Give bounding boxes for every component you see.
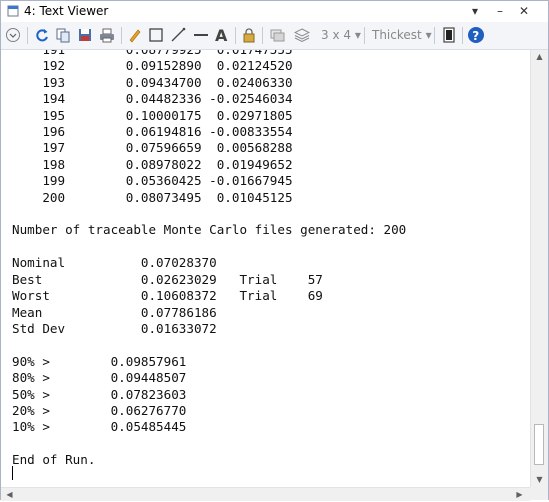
- vertical-scrollbar[interactable]: ▲ ▼: [530, 50, 548, 487]
- line-thickness-select[interactable]: Thickest ▾: [372, 28, 432, 42]
- toolbar-separator: [462, 27, 463, 44]
- vertical-scroll-thumb[interactable]: [534, 424, 544, 465]
- rectangle-icon[interactable]: [146, 25, 166, 45]
- toolbar: A 3 x 4 ▾ Thickest ▾ ?: [1, 22, 548, 50]
- chevron-down-icon: ▾: [354, 28, 361, 42]
- layers-icon[interactable]: [292, 25, 312, 45]
- grid-size-select[interactable]: 3 x 4 ▾: [321, 28, 361, 42]
- minimize-button[interactable]: –: [492, 3, 508, 19]
- lock-icon[interactable]: [239, 25, 259, 45]
- text-output-area[interactable]: 191 0.08779925 0.01747555 192 0.09152890…: [1, 50, 530, 487]
- app-icon: [7, 5, 19, 17]
- copy-icon[interactable]: [53, 25, 73, 45]
- window-title: 4: Text Viewer: [24, 4, 109, 18]
- close-button[interactable]: ✕: [516, 3, 532, 19]
- svg-text:?: ?: [472, 29, 479, 43]
- toolbar-separator: [364, 27, 365, 44]
- toolbar-separator: [235, 27, 236, 44]
- layers-stack-icon[interactable]: [267, 25, 287, 45]
- window-menu-button[interactable]: ▾: [467, 3, 483, 19]
- text-viewer-window: 4: Text Viewer ▾ – ✕ A 3 x 4 ▾ Thickest …: [0, 0, 549, 501]
- scroll-down-arrow-icon[interactable]: ▼: [531, 473, 548, 487]
- title-bar[interactable]: 4: Text Viewer ▾ – ✕: [1, 1, 548, 21]
- refresh-icon[interactable]: [32, 25, 52, 45]
- toolbar-separator: [262, 27, 263, 44]
- toolbar-separator: [121, 27, 122, 44]
- chevron-down-icon: ▾: [425, 28, 432, 42]
- save-icon[interactable]: [75, 25, 95, 45]
- scrollbar-corner: [530, 487, 548, 500]
- toolbar-separator: [434, 27, 435, 44]
- svg-text:A: A: [215, 26, 228, 44]
- run-output-text: 191 0.08779925 0.01747555 192 0.09152890…: [12, 50, 407, 468]
- toolbar-separator: [27, 27, 28, 44]
- help-icon[interactable]: ?: [466, 25, 486, 45]
- options-circle-icon[interactable]: [3, 25, 23, 45]
- print-icon[interactable]: [97, 25, 117, 45]
- horizontal-scrollbar[interactable]: ◀ ▶: [1, 487, 530, 501]
- text-caret: [12, 466, 13, 480]
- horizontal-line-icon[interactable]: [191, 25, 211, 45]
- pencil-icon[interactable]: [125, 25, 145, 45]
- text-icon[interactable]: A: [212, 25, 232, 45]
- scroll-up-arrow-icon[interactable]: ▲: [531, 50, 548, 64]
- line-icon[interactable]: [168, 25, 188, 45]
- color-icon[interactable]: [439, 25, 459, 45]
